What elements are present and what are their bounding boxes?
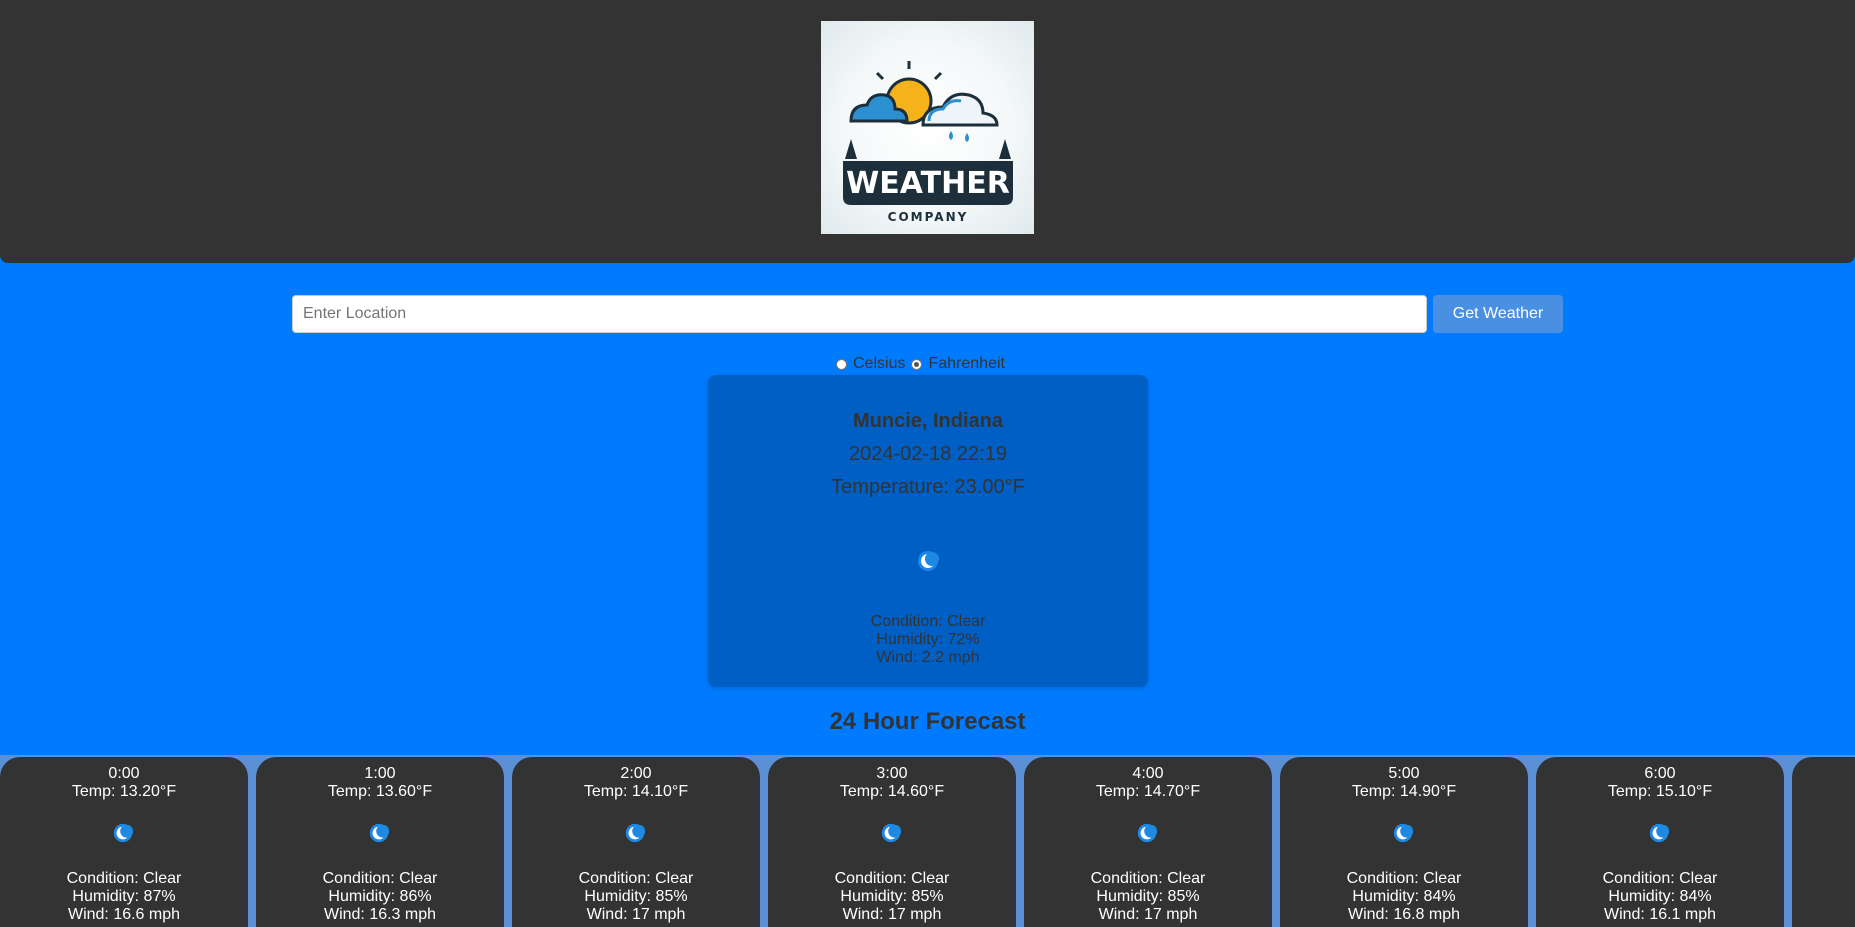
forecast-card: 0:00 Temp: 13.20°F Condition: Clear Humi… [0, 757, 248, 927]
forecast-time: 4:00 [1132, 765, 1164, 782]
fahrenheit-option[interactable]: Fahrenheit [911, 355, 1005, 373]
forecast-condition: Condition: Clear [66, 870, 182, 887]
forecast-card: 3:00 Temp: 14.60°F Condition: Clear Humi… [768, 757, 1016, 927]
forecast-wind: Wind: 16.3 mph [323, 906, 437, 923]
forecast-temp: Temp: 14.90°F [1351, 783, 1457, 800]
forecast-humidity: Humidity: 85% [584, 888, 688, 905]
forecast-temp: Temp: 15.10°F [1607, 783, 1713, 800]
forecast-wind: Wind: 17 mph [842, 906, 942, 923]
forecast-time: 0:00 [108, 765, 140, 782]
logo-wordmark: WEATHER [846, 166, 1010, 201]
forecast-humidity: Humidity: 85% [840, 888, 944, 905]
forecast-humidity: Humidity: 87% [72, 888, 176, 905]
forecast-condition: Condition: Clear [578, 870, 694, 887]
forecast-temp: Temp: 14.10°F [583, 783, 689, 800]
forecast-strip[interactable]: 0:00 Temp: 13.20°F Condition: Clear Humi… [0, 755, 1855, 927]
forecast-condition: Condition: Clear [1346, 870, 1462, 887]
current-details: Condition: Clear Humidity: 72% Wind: 2.2… [708, 613, 1148, 667]
forecast-condition: Condition: Clear [1602, 870, 1718, 887]
moon-icon [113, 823, 134, 843]
fahrenheit-radio[interactable] [911, 358, 923, 370]
forecast-humidity: Humidity: 86% [328, 888, 432, 905]
forecast-wind: Wind: 16.1 mph [1603, 906, 1717, 923]
current-location: Muncie, Indiana [852, 410, 1004, 432]
forecast-condition: Condition: Clear [1090, 870, 1206, 887]
forecast-card: 4:00 Temp: 14.70°F Condition: Clear Humi… [1024, 757, 1272, 927]
moon-icon [1649, 823, 1670, 843]
moon-icon [1393, 823, 1414, 843]
forecast-humidity: Humidity: 84% [1608, 888, 1712, 905]
current-condition: Condition: Clear [870, 613, 986, 630]
moon-icon [881, 823, 902, 843]
current-humidity: Humidity: 72% [876, 631, 980, 648]
forecast-time: 5:00 [1388, 765, 1420, 782]
forecast-temp: Temp: 13.20°F [71, 783, 177, 800]
celsius-radio[interactable] [836, 358, 847, 370]
forecast-condition: Condition: Clear [834, 870, 950, 887]
forecast-time: 1:00 [364, 765, 396, 782]
moon-icon [369, 823, 390, 843]
forecast-humidity: Humidity: 84% [1352, 888, 1456, 905]
forecast-time: 3:00 [876, 765, 908, 782]
forecast-condition: Condition: Clear [322, 870, 438, 887]
current-datetime: 2024-02-18 22:19 [849, 443, 1007, 465]
forecast-card: 2:00 Temp: 14.10°F Condition: Clear Humi… [512, 757, 760, 927]
forecast-time: 2:00 [620, 765, 652, 782]
forecast-temp: Temp: 14.70°F [1095, 783, 1201, 800]
forecast-card: 5:00 Temp: 14.90°F Condition: Clear Humi… [1280, 757, 1528, 927]
moon-icon [918, 551, 939, 571]
celsius-option[interactable]: Celsius [836, 355, 905, 373]
unit-toggle: Celsius Fahrenheit [836, 354, 1011, 374]
forecast-card: 1:00 Temp: 13.60°F Condition: Clear Humi… [256, 757, 504, 927]
forecast-wind: Wind: 17 mph [1098, 906, 1198, 923]
current-wind: Wind: 2.2 mph [876, 649, 980, 666]
forecast-card: 6:00 Temp: 15.10°F Condition: Clear Humi… [1536, 757, 1784, 927]
forecast-title: 24 Hour Forecast [829, 708, 1026, 735]
forecast-card-partial [1792, 757, 1855, 927]
moon-icon [625, 823, 646, 843]
logo-subtitle: COMPANY [888, 210, 969, 224]
forecast-wind: Wind: 17 mph [586, 906, 686, 923]
celsius-label: Celsius [853, 355, 906, 372]
forecast-time: 6:00 [1644, 765, 1676, 782]
forecast-temp: Temp: 14.60°F [839, 783, 945, 800]
forecast-wind: Wind: 16.6 mph [67, 906, 181, 923]
weather-logo-icon: WEATHER COMPANY [843, 61, 1013, 224]
current-weather-card: Muncie, Indiana 2024-02-18 22:19 Tempera… [708, 375, 1148, 687]
weather-logo: WEATHER COMPANY [821, 21, 1034, 234]
moon-icon [1137, 823, 1158, 843]
current-temperature: Temperature: 23.00°F [831, 476, 1025, 498]
forecast-temp: Temp: 13.60°F [327, 783, 433, 800]
location-search-input[interactable] [292, 295, 1427, 333]
forecast-wind: Wind: 16.8 mph [1347, 906, 1461, 923]
forecast-humidity: Humidity: 85% [1096, 888, 1200, 905]
get-weather-button[interactable]: Get Weather [1433, 295, 1563, 333]
header: WEATHER COMPANY [0, 0, 1855, 263]
fahrenheit-label: Fahrenheit [928, 355, 1005, 372]
